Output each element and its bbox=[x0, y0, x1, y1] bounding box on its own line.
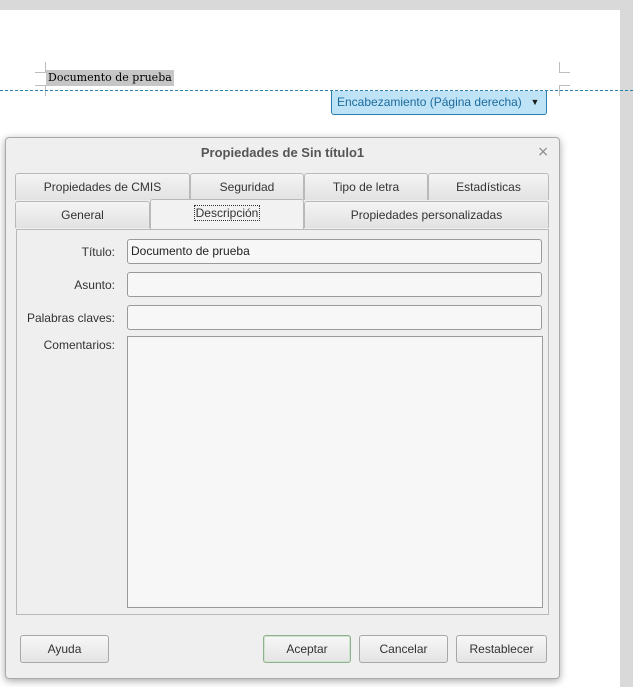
tab-label: Propiedades de CMIS bbox=[43, 180, 162, 194]
subject-field[interactable] bbox=[127, 272, 542, 297]
description-panel: Título: Documento de prueba Asunto: Pala… bbox=[16, 229, 549, 615]
comments-label: Comentarios: bbox=[43, 338, 115, 352]
help-button[interactable]: Ayuda bbox=[20, 635, 109, 663]
cancel-button[interactable]: Cancelar bbox=[359, 635, 448, 663]
header-tag-button[interactable]: Encabezamiento (Página derecha) ▼ bbox=[331, 91, 547, 115]
tab-custom-properties[interactable]: Propiedades personalizadas bbox=[304, 201, 549, 228]
tab-label: Propiedades personalizadas bbox=[350, 208, 503, 222]
tab-general[interactable]: General bbox=[15, 201, 150, 228]
keywords-field[interactable] bbox=[127, 305, 542, 330]
comments-textarea[interactable] bbox=[127, 336, 543, 608]
tab-cmis-properties[interactable]: Propiedades de CMIS bbox=[15, 173, 190, 200]
close-icon[interactable]: × bbox=[537, 138, 549, 166]
margin-corner-top-left bbox=[35, 62, 46, 73]
margin-corner-top-right bbox=[559, 62, 570, 73]
tab-label: General bbox=[61, 208, 104, 222]
tab-description[interactable]: Descripción bbox=[150, 199, 304, 230]
subject-label: Asunto: bbox=[74, 278, 115, 292]
title-label: Título: bbox=[81, 245, 115, 259]
tab-label: Tipo de letra bbox=[332, 180, 400, 194]
tab-label: Seguridad bbox=[219, 180, 275, 194]
tab-font[interactable]: Tipo de letra bbox=[304, 173, 428, 200]
dropdown-arrow-icon: ▼ bbox=[530, 97, 540, 107]
reset-button[interactable]: Restablecer bbox=[456, 635, 547, 663]
header-tag-label: Encabezamiento (Página derecha) bbox=[337, 95, 522, 109]
keywords-label: Palabras claves: bbox=[26, 311, 115, 325]
tab-statistics[interactable]: Estadísticas bbox=[428, 173, 549, 200]
document-header-text[interactable]: Documento de prueba bbox=[46, 70, 174, 86]
tab-label: Descripción bbox=[193, 205, 261, 221]
title-field[interactable]: Documento de prueba bbox=[127, 239, 542, 264]
tab-security[interactable]: Seguridad bbox=[190, 173, 304, 200]
properties-dialog: Propiedades de Sin título1 × Propiedades… bbox=[5, 137, 560, 679]
dialog-title: Propiedades de Sin título1 bbox=[200, 145, 365, 160]
ok-button[interactable]: Aceptar bbox=[263, 635, 351, 663]
tab-label: Estadísticas bbox=[456, 180, 521, 194]
